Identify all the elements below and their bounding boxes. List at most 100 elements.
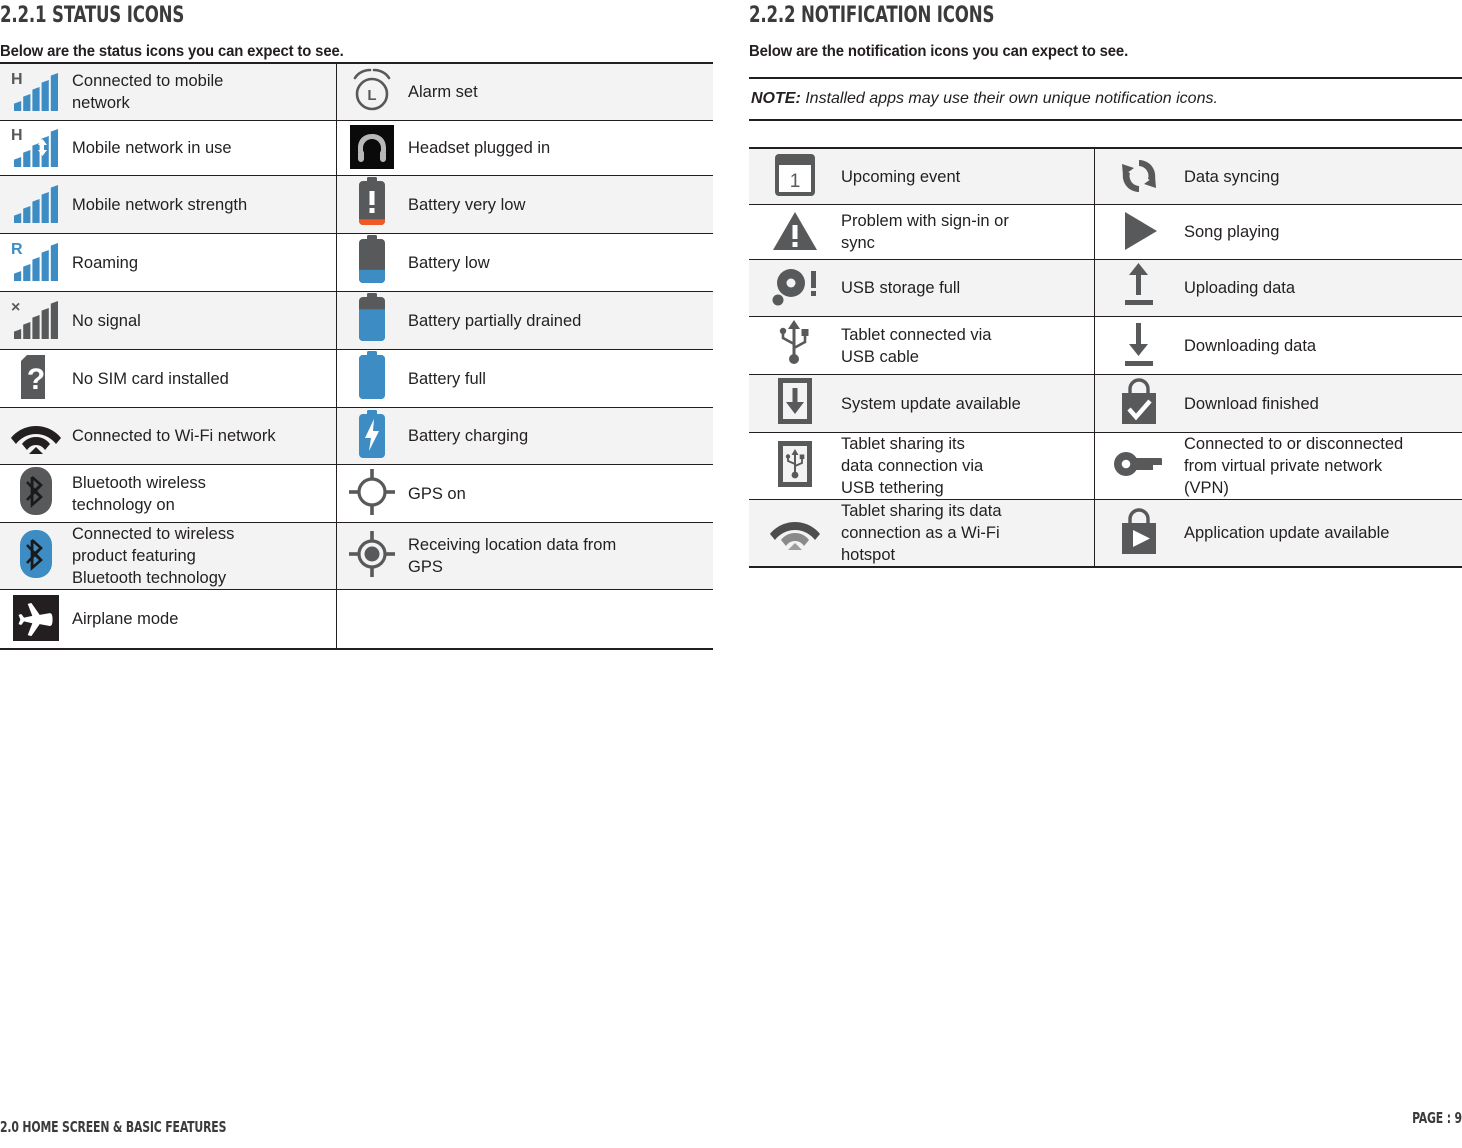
table-row: Problem with sign-in or sync Song playing — [749, 204, 1462, 260]
icon-cell: 1 — [749, 148, 841, 205]
icon-label-line: USB storage full — [841, 279, 961, 297]
note-label: NOTE: — [751, 90, 801, 107]
battery-partial-icon — [343, 292, 401, 344]
icon-label-cell: Connected to Wi-Fi network — [72, 407, 336, 465]
table-row: ? No SIM card installed Battery full — [0, 349, 713, 408]
footer-page-number: PAGE : 9 — [1412, 1109, 1462, 1127]
icon-label-line: hotspot — [841, 546, 896, 564]
signal-strength-icon — [7, 178, 65, 230]
system-update-icon — [766, 375, 824, 427]
icon-cell — [1093, 204, 1184, 260]
svg-text:1: 1 — [790, 171, 801, 192]
table-row: R Roaming Battery low — [0, 233, 713, 292]
section-title-status-icons: 2.2.1 STATUS ICONS — [0, 2, 185, 28]
icon-label-line: Mobile network strength — [72, 195, 248, 214]
icon-label-line: data connection via — [841, 457, 984, 475]
section-subtitle-notification-icons: Below are the notification icons you can… — [749, 43, 1129, 60]
airplane-mode-icon — [7, 592, 65, 644]
status-icons-section: 2.2.1 STATUS ICONS Below are the status … — [0, 0, 713, 650]
icon-label-line: sync — [841, 234, 875, 252]
icon-label-line: Upcoming event — [841, 167, 961, 186]
icon-cell — [1093, 432, 1184, 500]
section-title-notification-icons: 2.2.2 NOTIFICATION ICONS — [749, 2, 995, 28]
icon-label-line: Problem with sign-in or — [841, 212, 1009, 230]
icon-label-line: Battery full — [408, 369, 486, 388]
status-icons-table: H Connected to mobile network L Alarm set… — [0, 62, 713, 650]
svg-text:H: H — [11, 71, 23, 88]
icon-cell: H — [0, 63, 72, 121]
icon-label-line: Connected to Wi-Fi network — [72, 427, 276, 445]
calendar-event-icon: 1 — [766, 149, 824, 201]
icon-cell — [749, 374, 841, 433]
table-row: Connected to Wi-Fi network Battery charg… — [0, 407, 713, 465]
icon-cell — [335, 175, 408, 234]
icon-label-line: from virtual private network — [1184, 457, 1383, 475]
icon-label-cell: Connected to wireless product featuring Bl… — [72, 522, 336, 590]
icon-cell — [335, 349, 408, 408]
icon-cell — [335, 522, 408, 590]
warning-triangle-icon — [766, 205, 824, 257]
icon-label-cell: Battery partially drained — [408, 291, 713, 350]
icon-label-line: Bluetooth technology — [72, 569, 227, 587]
icon-label-line: GPS — [408, 558, 443, 576]
icon-label-cell: Receiving location data from GPS — [408, 522, 713, 590]
icon-label-cell: Alarm set — [408, 63, 713, 121]
icon-label-cell: Tablet sharing its data connection via USB… — [841, 432, 1094, 500]
icon-label-cell: Battery full — [408, 349, 713, 408]
icon-label-line: Data syncing — [1184, 167, 1280, 186]
table-row: H Connected to mobile network L Alarm set — [0, 63, 713, 121]
bluetooth-on-icon — [7, 465, 65, 517]
gps-on-icon — [343, 466, 401, 518]
icon-label-cell: Application update available — [1184, 499, 1462, 567]
icon-label-line: Application update available — [1184, 524, 1390, 542]
table-row: Tablet sharing its data connection as a W… — [749, 499, 1462, 567]
usb-storage-full-icon — [766, 261, 824, 313]
icon-cell — [335, 120, 408, 176]
icon-label-line: Battery low — [408, 253, 490, 272]
table-row: H Mobile network in use Headset plugged … — [0, 120, 713, 176]
icon-label-line: Battery very low — [408, 195, 526, 214]
usb-tethering-icon — [766, 438, 824, 490]
icon-label-line: Connected to mobile — [72, 72, 224, 90]
icon-cell: H — [0, 120, 72, 176]
icon-label-line: product featuring — [72, 547, 196, 565]
icon-label-line: Alarm set — [408, 83, 478, 101]
icon-cell — [749, 432, 841, 500]
icon-cell — [0, 407, 72, 465]
icon-cell — [0, 590, 72, 650]
icon-label-cell: USB storage full — [841, 259, 1094, 317]
icon-label-line: technology on — [72, 495, 175, 514]
table-row: Mobile network strength Battery very low — [0, 175, 713, 234]
icon-label-line: Headset plugged in — [408, 139, 551, 157]
icon-label-line: Mobile network in use — [72, 139, 232, 157]
battery-low-icon — [343, 234, 401, 286]
icon-label-cell: Song playing — [1184, 204, 1462, 260]
table-row: × No signal Battery partially drained — [0, 291, 713, 350]
icon-label-cell: GPS on — [408, 464, 713, 523]
svg-text:×: × — [11, 299, 20, 316]
upload-arrow-icon — [1110, 260, 1168, 312]
usb-cable-icon — [766, 317, 824, 369]
play-song-icon — [1110, 205, 1168, 257]
download-arrow-icon — [1110, 318, 1168, 370]
table-row: System update available Download finishe… — [749, 374, 1462, 433]
icon-cell — [749, 499, 841, 567]
icon-cell — [1093, 374, 1184, 433]
table-row: Connected to wireless product featuring Bl… — [0, 522, 713, 590]
icon-label-cell: System update available — [841, 374, 1094, 433]
icon-label-line: Roaming — [72, 253, 139, 272]
table-row: Bluetooth wireless technology on GPS on — [0, 464, 713, 523]
note-box: NOTE: Installed apps may use their own u… — [749, 77, 1462, 121]
battery-very-low-icon — [343, 176, 401, 228]
icon-label-line: Tablet sharing its — [841, 435, 965, 453]
icon-label-cell: Battery low — [408, 233, 713, 292]
battery-charging-icon — [343, 408, 401, 460]
icon-label-line: System update available — [841, 394, 1021, 413]
icon-label-line: Battery charging — [408, 427, 529, 445]
icon-label-line: Tablet sharing its data — [841, 502, 1002, 520]
table-row: 1 Upcoming event Data syncing — [749, 148, 1462, 205]
icon-label-line: Battery partially drained — [408, 311, 582, 330]
signal-h-inuse-icon: H — [7, 122, 65, 174]
svg-text:L: L — [368, 87, 377, 104]
svg-text:R: R — [11, 241, 23, 258]
